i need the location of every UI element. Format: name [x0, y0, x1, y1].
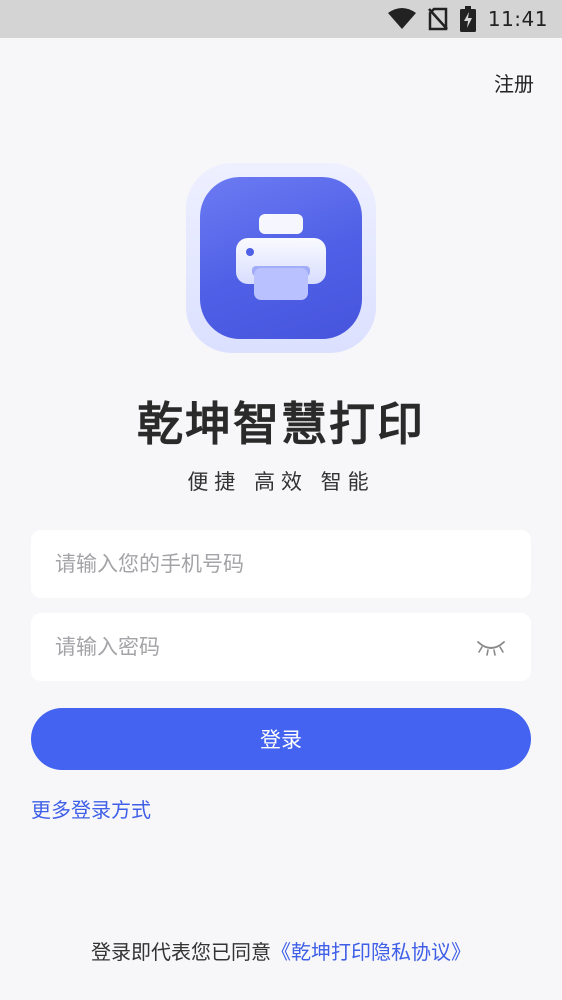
agreement-text: 登录即代表您已同意《乾坤打印隐私协议》 [0, 936, 562, 965]
phone-input[interactable] [55, 552, 507, 576]
wifi-icon [387, 8, 416, 30]
app-logo [186, 163, 376, 353]
no-sim-icon [427, 7, 448, 31]
status-time: 11:41 [487, 7, 548, 31]
phone-field-container [31, 530, 531, 598]
password-field-container [31, 613, 531, 681]
app-title: 乾坤智慧打印 [137, 397, 425, 451]
status-bar: 11:41 [0, 0, 562, 38]
eye-closed-icon[interactable] [475, 636, 507, 658]
battery-charging-icon [459, 6, 476, 32]
more-login-methods-link[interactable]: 更多登录方式 [31, 794, 151, 823]
login-button[interactable]: 登录 [31, 708, 531, 770]
register-button[interactable]: 注册 [494, 68, 534, 97]
privacy-agreement-link[interactable]: 《乾坤打印隐私协议》 [271, 940, 471, 964]
printer-icon [200, 177, 362, 339]
agreement-prefix: 登录即代表您已同意 [91, 940, 271, 964]
app-slogan: 便捷 高效 智能 [187, 470, 375, 494]
password-input[interactable] [55, 635, 475, 659]
